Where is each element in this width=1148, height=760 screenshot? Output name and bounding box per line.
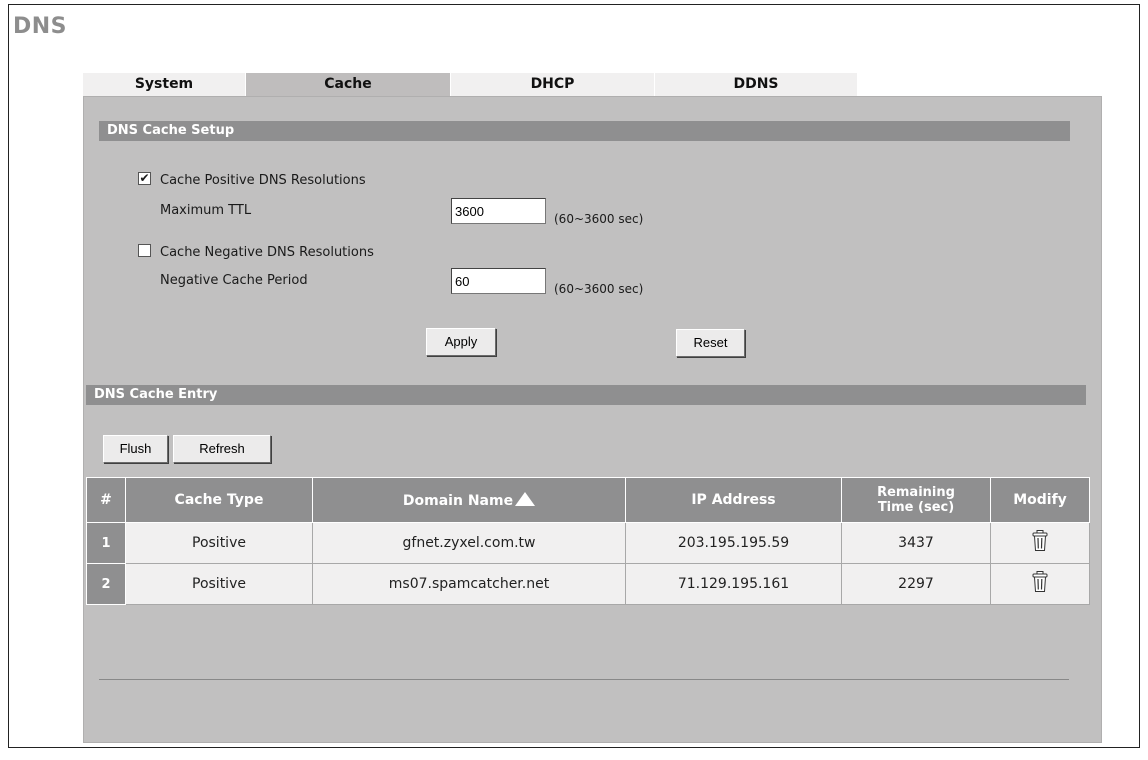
maximum-ttl-input[interactable] xyxy=(451,198,546,224)
ip-address-cell: 203.195.195.59 xyxy=(625,522,842,564)
cache-type-cell: Positive xyxy=(125,522,313,564)
column-header-domain-name[interactable]: Domain Name xyxy=(312,477,626,523)
table-row: 2 Positive ms07.spamcatcher.net 71.129.1… xyxy=(86,563,1090,605)
refresh-button[interactable]: Refresh xyxy=(173,435,271,463)
domain-name-header-label: Domain Name xyxy=(402,492,514,509)
maximum-ttl-label: Maximum TTL xyxy=(160,203,252,218)
tab-bar: System Cache DHCP DDNS xyxy=(83,73,858,96)
trash-icon[interactable] xyxy=(1032,530,1048,556)
remaining-time-cell: 3437 xyxy=(841,522,991,564)
column-header-remaining-time[interactable]: Remaining Time (sec) xyxy=(841,477,991,523)
cache-type-cell: Positive xyxy=(125,563,313,605)
cache-positive-label: Cache Positive DNS Resolutions xyxy=(160,173,366,188)
cache-negative-checkbox[interactable] xyxy=(138,244,151,257)
cache-negative-label: Cache Negative DNS Resolutions xyxy=(160,245,374,260)
tab-cache[interactable]: Cache xyxy=(246,73,451,96)
remaining-header-line1: Remaining xyxy=(877,485,955,500)
negative-cache-period-label: Negative Cache Period xyxy=(160,273,308,288)
negative-cache-period-hint: (60~3600 sec) xyxy=(554,282,644,296)
dns-cache-table: # Cache Type Domain Name IP Address Rema… xyxy=(86,477,1090,605)
column-header-cache-type[interactable]: Cache Type xyxy=(125,477,313,523)
modify-cell xyxy=(990,563,1090,605)
modify-cell xyxy=(990,522,1090,564)
dns-cache-setup-header: DNS Cache Setup xyxy=(99,121,1070,141)
domain-name-cell: gfnet.zyxel.com.tw xyxy=(312,522,626,564)
domain-name-cell: ms07.spamcatcher.net xyxy=(312,563,626,605)
apply-button[interactable]: Apply xyxy=(426,328,496,356)
sort-ascending-icon[interactable] xyxy=(515,491,536,506)
trash-icon[interactable] xyxy=(1032,571,1048,597)
dns-cache-entry-header: DNS Cache Entry xyxy=(86,385,1086,405)
tab-ddns[interactable]: DDNS xyxy=(655,73,858,96)
cache-panel xyxy=(83,96,1102,743)
column-header-ip-address[interactable]: IP Address xyxy=(625,477,842,523)
negative-cache-period-input[interactable] xyxy=(451,268,546,294)
table-header-row: # Cache Type Domain Name IP Address Rema… xyxy=(86,477,1090,523)
ip-address-cell: 71.129.195.161 xyxy=(625,563,842,605)
column-header-modify: Modify xyxy=(990,477,1090,523)
reset-button[interactable]: Reset xyxy=(676,329,745,357)
remaining-time-cell: 2297 xyxy=(841,563,991,605)
maximum-ttl-hint: (60~3600 sec) xyxy=(554,212,644,226)
tab-system[interactable]: System xyxy=(83,73,246,96)
remaining-header-line2: Time (sec) xyxy=(877,500,955,515)
table-row: 1 Positive gfnet.zyxel.com.tw 203.195.19… xyxy=(86,522,1090,564)
tab-dhcp[interactable]: DHCP xyxy=(451,73,655,96)
bottom-divider xyxy=(99,679,1069,680)
column-header-number: # xyxy=(86,477,126,523)
page-title: DNS xyxy=(13,14,68,39)
cache-positive-checkbox[interactable]: ✔ xyxy=(138,172,151,185)
row-number: 1 xyxy=(86,522,126,564)
flush-button[interactable]: Flush xyxy=(103,435,168,463)
row-number: 2 xyxy=(86,563,126,605)
